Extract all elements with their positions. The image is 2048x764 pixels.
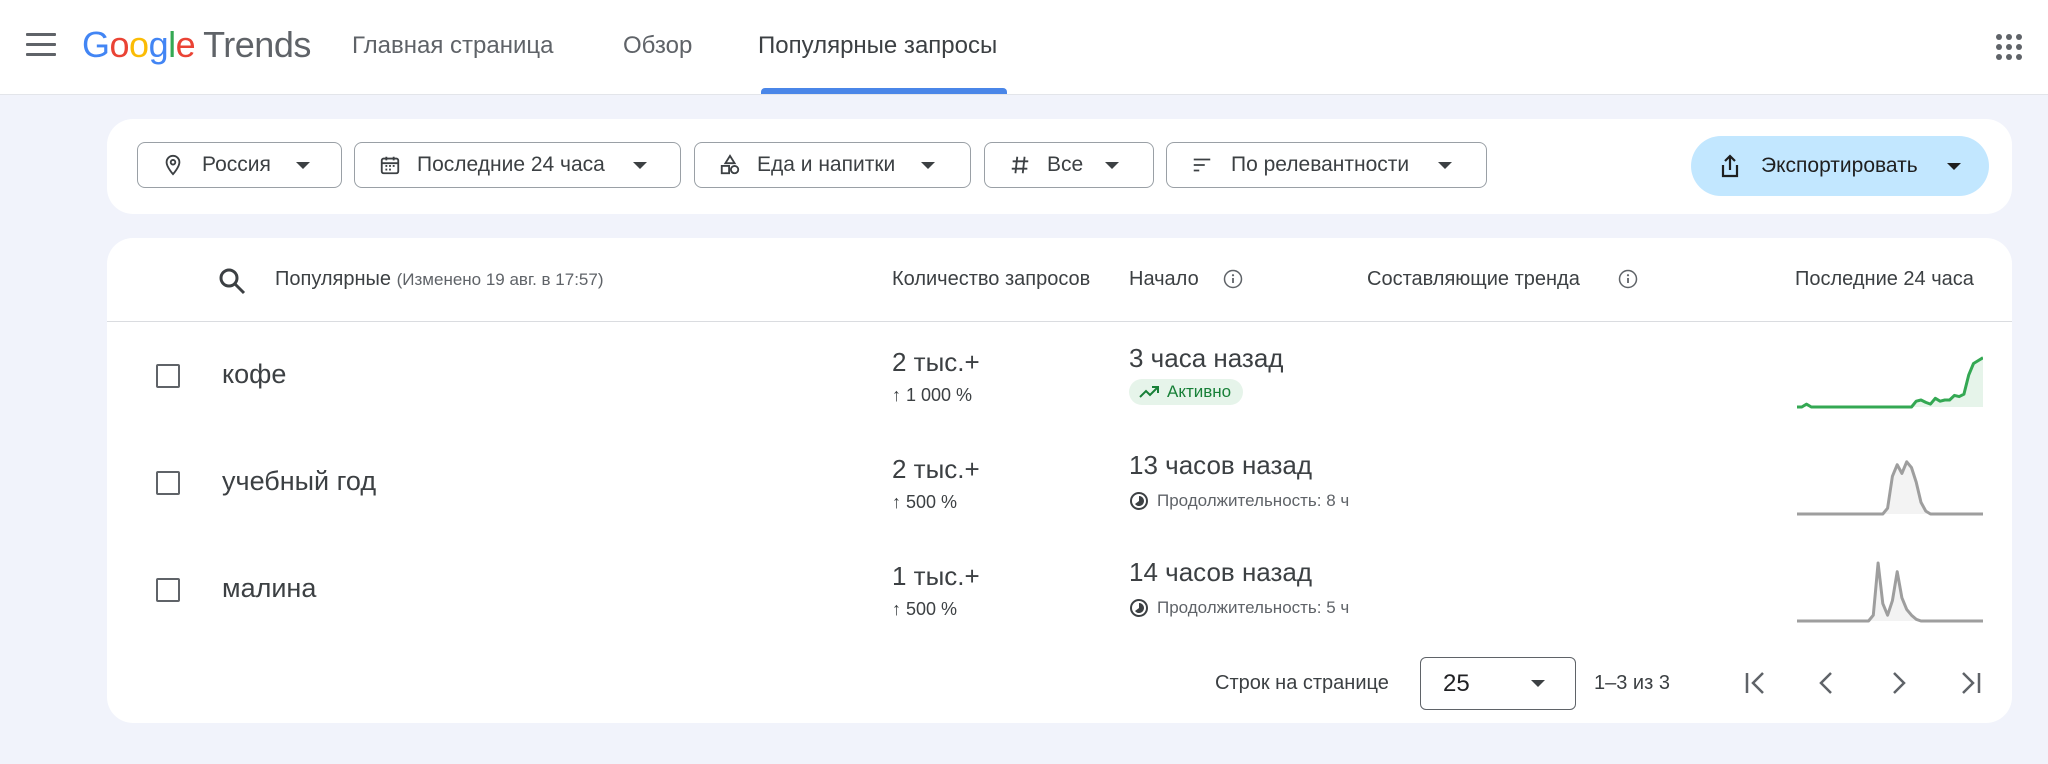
previous-page-icon[interactable] [1810,666,1844,700]
table-row[interactable]: малина 1 тыс.+ ↑ 500 % 14 часов назад Пр… [107,537,2012,644]
row-checkbox[interactable] [156,578,180,602]
started-time: 13 часов назад [1129,450,1313,480]
sparkline-chart [1797,460,1983,516]
timelapse-icon [1130,599,1148,617]
export-button[interactable]: Экспортировать [1691,136,1989,196]
google-apps-icon[interactable] [1996,34,2022,60]
table-row[interactable]: кофе 2 тыс.+ ↑ 1 000 % 3 часа назад Акти… [107,323,2012,430]
rows-per-page-select[interactable]: 25 [1420,657,1576,710]
started-column-header[interactable]: Начало [1129,268,1199,291]
sparkline-chart [1797,356,1983,409]
chevron-down-icon [1947,163,1961,170]
top-app-bar: Google Trends Главная страница Обзор Попу… [0,0,2048,95]
chevron-down-icon [296,162,310,169]
trend-term[interactable]: малина [222,573,316,604]
google-trends-logo[interactable]: Google Trends [82,24,311,66]
duration-text: Продолжительность: 8 ч [1129,491,1365,511]
growth-percent: ↑ 500 % [892,599,958,619]
search-icon[interactable] [218,267,246,295]
trends-table: Популярные (Изменено 19 авг. в 17:57) Ко… [107,238,2012,723]
growth-percent: ↑ 1 000 % [892,385,973,405]
sort-filter[interactable]: По релевантности [1166,142,1487,188]
tab-home[interactable]: Главная страница [352,32,553,60]
search-volume: 2 тыс.+ [892,347,980,377]
sort-icon [1193,158,1211,172]
category-icon [720,154,740,175]
first-page-icon[interactable] [1739,666,1773,700]
trend-status-filter[interactable]: Все [984,142,1154,188]
chevron-down-icon [1105,162,1119,169]
location-pin-icon [165,154,181,176]
last-page-icon[interactable] [1953,666,1987,700]
chevron-down-icon [921,162,935,169]
breakdown-column-header: Составляющие тренда [1367,268,1580,290]
chevron-down-icon [1438,162,1452,169]
updated-timestamp: (Изменено 19 авг. в 17:57) [396,270,604,289]
sparkline-line [1797,561,1983,623]
tab-trending-now[interactable]: Популярные запросы [758,32,997,60]
tab-explore[interactable]: Обзор [623,32,692,60]
rows-per-page-label: Строк на странице [1215,672,1389,694]
last-24h-column-header: Последние 24 часа [1795,268,1974,290]
table-row[interactable]: учебный год 2 тыс.+ ↑ 500 % 13 часов наз… [107,430,2012,537]
search-volume: 1 тыс.+ [892,561,980,591]
region-filter[interactable]: Россия [137,142,342,188]
period-filter[interactable]: Последние 24 часа [354,142,681,188]
volume-column-header[interactable]: Количество запросов [892,268,1102,291]
trending-up-icon [1139,386,1159,398]
filter-bar: Россия Последние 24 часа Еда и напитки В… [107,119,2012,214]
active-status-badge: Активно [1129,379,1244,405]
timelapse-icon [1130,492,1148,510]
started-time: 14 часов назад [1129,557,1313,587]
search-volume: 2 тыс.+ [892,454,980,484]
trends-column-header: Популярные (Изменено 19 авг. в 17:57) [275,268,604,290]
next-page-icon[interactable] [1881,666,1915,700]
duration-text: Продолжительность: 5 ч [1129,598,1365,618]
header-divider [107,321,2012,322]
row-checkbox[interactable] [156,364,180,388]
active-tab-indicator [761,88,1007,94]
chevron-down-icon [1531,680,1545,687]
row-checkbox[interactable] [156,471,180,495]
pagination-range: 1–3 из 3 [1594,672,1670,694]
info-icon[interactable] [1223,269,1243,289]
calendar-icon [380,156,400,175]
share-icon [1721,154,1739,178]
growth-percent: ↑ 500 % [892,492,958,512]
trend-term[interactable]: кофе [222,359,286,390]
trend-term[interactable]: учебный год [222,466,376,497]
info-icon[interactable] [1618,269,1638,289]
menu-icon[interactable] [26,33,56,57]
hashtag-icon [1011,156,1029,174]
sparkline-chart [1797,561,1983,623]
sparkline-area [1797,357,1983,407]
started-time: 3 часа назад [1129,343,1284,373]
category-filter[interactable]: Еда и напитки [694,142,971,188]
chevron-down-icon [633,162,647,169]
